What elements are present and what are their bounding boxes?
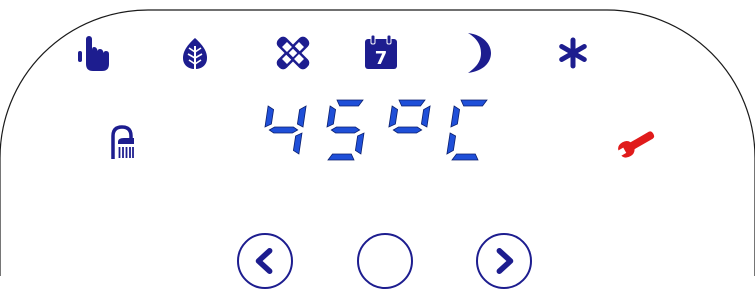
display-segment-g: [268, 126, 299, 134]
display-segment-f: [450, 105, 461, 128]
display-segment-d: [451, 153, 479, 161]
display-digit: [326, 99, 365, 161]
moon-icon[interactable]: [464, 31, 492, 75]
shower-icon[interactable]: [110, 124, 134, 160]
display-segment-a: [460, 99, 488, 107]
display-segment-g: [392, 126, 423, 134]
calendar-day-label: 7: [375, 48, 388, 69]
display-segment-b: [296, 105, 307, 128]
display-segment-c: [354, 132, 365, 155]
leaf-icon[interactable]: [182, 37, 208, 71]
hand-pointer-icon[interactable]: [78, 34, 110, 72]
chevron-left-icon: [255, 248, 273, 274]
display-digit: [388, 99, 431, 134]
bandage-icon[interactable]: [276, 36, 310, 70]
display-segment-a: [398, 99, 426, 107]
chevron-right-icon: [496, 248, 514, 274]
display-segment-e: [446, 132, 457, 155]
display-segment-c: [292, 132, 303, 155]
next-button[interactable]: [476, 233, 532, 289]
display-digit: [264, 105, 307, 155]
temperature-display: 45°C: [258, 98, 508, 162]
display-segment-b: [420, 105, 431, 128]
display-segment-d: [327, 153, 355, 161]
display-segment-a: [336, 99, 364, 107]
prev-button[interactable]: [237, 233, 293, 289]
display-digit: [446, 99, 488, 161]
display-segment-f: [264, 105, 275, 128]
calendar-icon[interactable]: 7: [364, 34, 398, 70]
snowflake-icon[interactable]: [557, 37, 589, 69]
display-segment-f: [388, 105, 399, 128]
wrench-icon[interactable]: [614, 124, 656, 160]
display-segment-f: [326, 105, 337, 128]
center-button[interactable]: [357, 233, 413, 289]
display-segment-g: [330, 126, 361, 134]
